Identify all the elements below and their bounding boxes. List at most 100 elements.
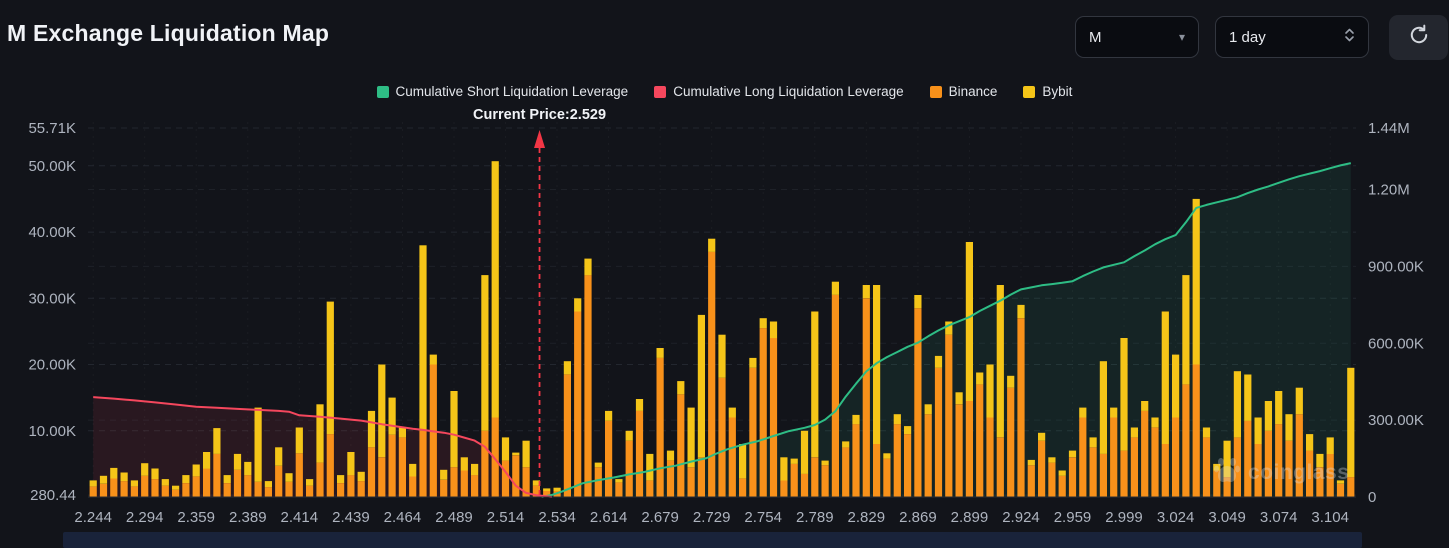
bar-binance (996, 437, 1004, 497)
x-axis-tick-label: 2.244 (74, 509, 112, 526)
bar-binance (708, 251, 716, 497)
bar-binance (1151, 427, 1159, 497)
bar-binance (1161, 444, 1169, 497)
bar-bybit (223, 475, 231, 483)
right-axis-tick-label: 600.00K (1368, 335, 1424, 352)
bar-binance (594, 467, 602, 497)
bar-bybit (1295, 387, 1303, 415)
bar-binance (1141, 410, 1149, 497)
bar-bybit (244, 461, 252, 476)
bar-binance (1182, 384, 1190, 497)
right-axis-tick-label: 0 (1368, 489, 1376, 506)
bar-binance (1017, 318, 1025, 497)
bar-binance (800, 473, 809, 497)
bar-bybit (1192, 198, 1200, 365)
bar-bybit (914, 295, 922, 309)
bar-bybit (254, 407, 262, 482)
x-axis-tick-label: 2.754 (744, 509, 782, 526)
bar-bybit (1172, 354, 1180, 418)
left-axis-tick-label: 50.00K (28, 158, 76, 175)
x-axis-tick-label: 2.899 (951, 509, 989, 526)
bar-binance (862, 298, 870, 497)
bar-binance (914, 308, 922, 497)
bar-bybit (1306, 434, 1314, 451)
x-axis-tick-label: 2.999 (1105, 509, 1143, 526)
bar-bybit (182, 475, 190, 483)
bar-bybit (976, 372, 984, 385)
bar-binance (357, 481, 365, 497)
bar-bybit (161, 479, 169, 486)
x-axis-tick-label: 2.924 (1002, 509, 1040, 526)
chart-zoom-scrollbar[interactable] (63, 532, 1362, 548)
bar-bybit (1048, 457, 1056, 463)
bar-bybit (1254, 417, 1262, 444)
bar-bybit (1058, 470, 1066, 476)
bar-bybit (1038, 432, 1046, 441)
x-axis-tick-label: 2.614 (590, 509, 628, 526)
current-price-label: Current Price:2.529 (473, 107, 606, 123)
bar-bybit (1130, 427, 1138, 438)
bar-bybit (728, 407, 736, 418)
bar-binance (749, 367, 757, 497)
x-axis-tick-label: 2.534 (538, 509, 576, 526)
x-axis-tick-label: 3.049 (1208, 509, 1246, 526)
bar-binance (223, 483, 231, 497)
bar-bybit (1264, 401, 1272, 431)
bar-binance (873, 444, 881, 497)
bar-binance (512, 455, 520, 497)
bar-binance (687, 467, 695, 497)
bar-bybit (1120, 338, 1128, 451)
bar-bybit (955, 392, 963, 405)
x-axis-tick-label: 2.359 (177, 509, 215, 526)
bar-bybit (759, 318, 767, 329)
bar-binance (1172, 417, 1180, 497)
bar-bybit (1275, 391, 1283, 425)
bar-bybit (708, 238, 716, 252)
bar-bybit (687, 407, 695, 468)
bar-bybit (811, 311, 819, 458)
bar-binance (1007, 387, 1015, 497)
bar-binance (852, 424, 860, 497)
x-axis-tick-label: 2.829 (848, 509, 886, 526)
bar-bybit (904, 426, 912, 434)
bar-binance (233, 469, 242, 497)
coinglass-watermark-text: coinglass (1248, 461, 1350, 484)
right-axis-tick-label: 1.44M (1368, 120, 1410, 137)
x-axis-tick-label: 2.464 (384, 509, 422, 526)
x-axis-tick-label: 2.959 (1054, 509, 1092, 526)
x-axis-tick-label: 3.104 (1311, 509, 1349, 526)
bar-binance (924, 414, 932, 497)
bar-binance (419, 430, 427, 497)
bar-bybit (471, 463, 479, 476)
bar-bybit (852, 414, 860, 425)
bar-bybit (378, 364, 386, 458)
coinglass-logo-icon (1212, 455, 1242, 491)
bar-binance (1130, 437, 1138, 497)
current-price-arrow-icon (534, 130, 546, 148)
bar-bybit (1326, 437, 1334, 454)
bar-bybit (316, 404, 324, 463)
bar-bybit (605, 410, 613, 421)
bar-binance (285, 481, 293, 497)
bar-binance (203, 468, 211, 497)
bar-binance (821, 465, 829, 497)
bar-bybit (625, 430, 633, 441)
x-axis-tick-label: 3.074 (1260, 509, 1298, 526)
bar-bybit (842, 441, 850, 448)
bar-bybit (357, 471, 365, 482)
bar-binance (213, 453, 221, 497)
bar-binance (790, 463, 798, 497)
bar-binance (275, 465, 283, 497)
bar-bybit (780, 457, 788, 481)
bar-binance (1079, 417, 1087, 497)
bar-bybit (306, 479, 314, 486)
bar-binance (945, 334, 953, 497)
bar-bybit (337, 475, 345, 483)
bar-binance (780, 480, 788, 497)
bar-binance (728, 417, 736, 497)
bar-bybit (924, 404, 932, 415)
bar-bybit (584, 258, 592, 276)
left-axis-tick-label: 280.44 (30, 487, 76, 504)
bar-bybit (501, 437, 510, 461)
bar-bybit (666, 450, 675, 461)
